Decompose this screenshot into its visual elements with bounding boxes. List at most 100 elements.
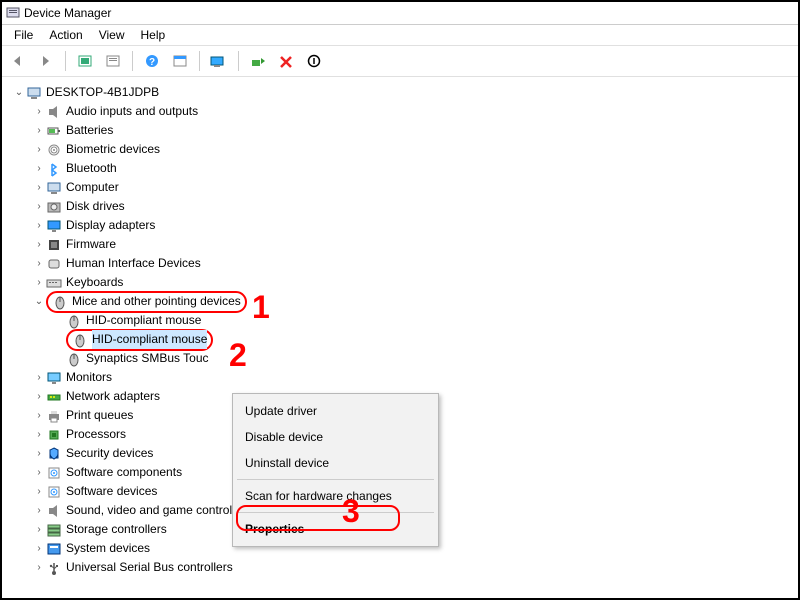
disk-icon xyxy=(46,199,62,215)
ctx-update-driver[interactable]: Update driver xyxy=(233,398,438,424)
expand-icon[interactable]: › xyxy=(32,520,46,539)
printer-icon xyxy=(46,408,62,424)
device-node[interactable]: HID-compliant mouse xyxy=(66,330,798,349)
device-node[interactable]: HID-compliant mouse xyxy=(66,311,798,330)
device-tree[interactable]: ⌄ DESKTOP-4B1JDPB › Audio inputs and outp… xyxy=(2,77,798,600)
window-title: Device Manager xyxy=(24,6,111,20)
category-battery[interactable]: ›Batteries xyxy=(32,121,798,140)
category-label: Biometric devices xyxy=(66,140,160,159)
system-icon xyxy=(46,541,62,557)
expand-icon[interactable]: › xyxy=(32,558,46,577)
category-label: Processors xyxy=(66,425,126,444)
toolbar-separator xyxy=(238,51,239,71)
ctx-uninstall-device[interactable]: Uninstall device xyxy=(233,450,438,476)
computer-icon xyxy=(26,85,42,101)
hid-icon xyxy=(46,256,62,272)
category-label: Network adapters xyxy=(66,387,160,406)
category-bluetooth[interactable]: › Bluetooth xyxy=(32,159,798,178)
expand-icon[interactable]: › xyxy=(32,254,46,273)
expand-icon[interactable]: › xyxy=(32,235,46,254)
category-mouse[interactable]: ⌄ Mice and other pointing devices xyxy=(32,292,798,311)
menu-view[interactable]: View xyxy=(91,26,133,44)
expand-icon[interactable]: › xyxy=(32,159,46,178)
toolbar-separator xyxy=(132,51,133,71)
expand-icon[interactable]: › xyxy=(32,387,46,406)
expand-icon[interactable]: › xyxy=(32,197,46,216)
expand-icon[interactable]: › xyxy=(32,121,46,140)
computer-icon xyxy=(46,180,62,196)
device-label: HID-compliant mouse xyxy=(86,311,201,330)
root-node[interactable]: ⌄ DESKTOP-4B1JDPB xyxy=(12,83,798,102)
expand-icon[interactable]: › xyxy=(32,425,46,444)
monitor-icon xyxy=(46,370,62,386)
properties-button[interactable] xyxy=(101,49,125,73)
device-node[interactable]: Synaptics SMBus Touc xyxy=(66,349,798,368)
menu-file[interactable]: File xyxy=(6,26,41,44)
category-hid[interactable]: › Human Interface Devices xyxy=(32,254,798,273)
menu-action[interactable]: Action xyxy=(41,26,90,44)
scan-button[interactable] xyxy=(207,49,231,73)
software-icon xyxy=(46,484,62,500)
expand-icon[interactable]: › xyxy=(32,178,46,197)
expand-icon[interactable]: › xyxy=(32,444,46,463)
expand-icon[interactable]: › xyxy=(32,368,46,387)
menu-help[interactable]: Help xyxy=(133,26,174,44)
toolbar-separator xyxy=(199,51,200,71)
annotation-2: 2 xyxy=(229,337,247,374)
speaker-icon xyxy=(46,503,62,519)
annotation-highlight: Mice and other pointing devices xyxy=(46,291,247,313)
category-firmware[interactable]: ›Firmware xyxy=(32,235,798,254)
expand-icon[interactable]: › xyxy=(32,216,46,235)
uninstall-button[interactable] xyxy=(274,49,298,73)
category-fingerprint[interactable]: › Biometric devices xyxy=(32,140,798,159)
category-label: System devices xyxy=(66,539,150,558)
device-manager-window: Device Manager File Action View Help ? ⌄… xyxy=(0,0,800,600)
menubar: File Action View Help xyxy=(2,25,798,45)
category-label: Software components xyxy=(66,463,182,482)
expand-icon[interactable]: › xyxy=(32,501,46,520)
category-label: Keyboards xyxy=(66,273,123,292)
expand-icon[interactable]: › xyxy=(32,273,46,292)
forward-button[interactable] xyxy=(34,49,58,73)
options-button[interactable] xyxy=(168,49,192,73)
firmware-icon xyxy=(46,237,62,253)
collapse-icon[interactable]: ⌄ xyxy=(12,83,26,102)
annotation-highlight: HID-compliant mouse xyxy=(66,329,213,351)
ctx-divider xyxy=(237,479,434,480)
category-label: Universal Serial Bus controllers xyxy=(66,558,233,577)
category-label: Disk drives xyxy=(66,197,125,216)
ctx-disable-device[interactable]: Disable device xyxy=(233,424,438,450)
expand-icon[interactable]: › xyxy=(32,482,46,501)
back-button[interactable] xyxy=(6,49,30,73)
help-button[interactable]: ? xyxy=(140,49,164,73)
category-monitor[interactable]: ›Monitors xyxy=(32,368,798,387)
category-speaker[interactable]: › Audio inputs and outputs xyxy=(32,102,798,121)
expand-icon[interactable]: › xyxy=(32,539,46,558)
cpu-icon xyxy=(46,427,62,443)
security-icon xyxy=(46,446,62,462)
category-disk[interactable]: › Disk drives xyxy=(32,197,798,216)
update-driver-button[interactable] xyxy=(246,49,270,73)
fingerprint-icon xyxy=(46,142,62,158)
category-display[interactable]: ›Display adapters xyxy=(32,216,798,235)
category-usb[interactable]: › Universal Serial Bus controllers xyxy=(32,558,798,577)
category-label: Human Interface Devices xyxy=(66,254,201,273)
toolbar-separator xyxy=(65,51,66,71)
category-computer[interactable]: ›Computer xyxy=(32,178,798,197)
network-icon xyxy=(46,389,62,405)
speaker-icon xyxy=(46,104,62,120)
show-hidden-button[interactable] xyxy=(73,49,97,73)
expand-icon[interactable]: › xyxy=(32,463,46,482)
disable-button[interactable] xyxy=(302,49,326,73)
expand-icon[interactable]: › xyxy=(32,140,46,159)
category-keyboard[interactable]: › Keyboards xyxy=(32,273,798,292)
category-label: Audio inputs and outputs xyxy=(66,102,198,121)
mouse-icon xyxy=(66,313,82,329)
app-icon xyxy=(6,6,20,20)
expand-icon[interactable]: › xyxy=(32,102,46,121)
category-label: Mice and other pointing devices xyxy=(72,292,241,311)
storage-icon xyxy=(46,522,62,538)
category-label: Bluetooth xyxy=(66,159,117,178)
collapse-icon[interactable]: ⌄ xyxy=(32,292,46,311)
expand-icon[interactable]: › xyxy=(32,406,46,425)
